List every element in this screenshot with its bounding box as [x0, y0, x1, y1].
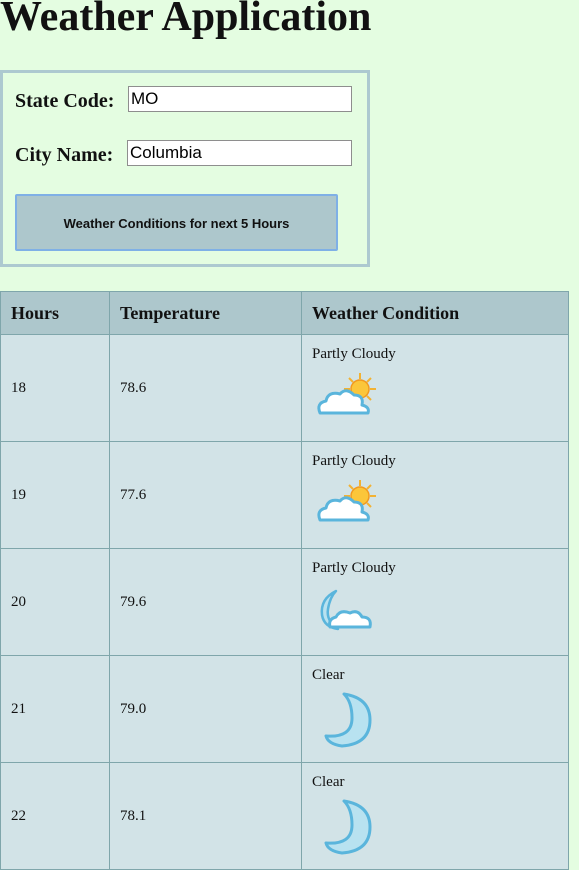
hour-cell: 22	[0, 762, 110, 870]
condition-cell: Clear	[301, 655, 569, 763]
condition-label: Clear	[312, 774, 345, 790]
clear-night-icon	[324, 692, 372, 748]
partly-cloudy-day-icon	[317, 480, 376, 522]
hour-cell: 20	[0, 548, 110, 656]
temperature-cell: 78.1	[109, 762, 302, 870]
partly-cloudy-night-icon	[320, 589, 372, 631]
table-row: 22 78.1 Clear	[0, 762, 569, 870]
partly-cloudy-day-icon	[317, 373, 376, 415]
header-temperature: Temperature	[109, 291, 302, 335]
table-row: 21 79.0 Clear	[0, 655, 569, 763]
temperature-cell: 79.0	[109, 655, 302, 763]
table-header-row: Hours Temperature Weather Condition	[0, 291, 569, 335]
condition-cell: Partly Cloudy	[301, 334, 569, 442]
condition-label: Partly Cloudy	[312, 346, 396, 362]
header-hours: Hours	[0, 291, 110, 335]
condition-label: Partly Cloudy	[312, 560, 396, 576]
state-code-input[interactable]	[128, 86, 352, 112]
condition-cell: Clear	[301, 762, 569, 870]
table-row: 20 79.6 Partly Cloudy	[0, 548, 569, 656]
table-row: 19 77.6 Partly Cloudy	[0, 441, 569, 549]
state-code-label: State Code:	[15, 90, 115, 112]
location-form: State Code: City Name: Weather Condition…	[0, 70, 370, 267]
forecast-table: Hours Temperature Weather Condition 18 78…	[0, 291, 569, 870]
hour-cell: 21	[0, 655, 110, 763]
header-weather-condition: Weather Condition	[301, 291, 569, 335]
condition-label: Partly Cloudy	[312, 453, 396, 469]
hour-cell: 19	[0, 441, 110, 549]
page-title: Weather Application	[0, 0, 372, 40]
clear-night-icon	[324, 799, 372, 855]
get-weather-button[interactable]: Weather Conditions for next 5 Hours	[15, 194, 338, 251]
city-name-label: City Name:	[15, 144, 114, 166]
temperature-cell: 78.6	[109, 334, 302, 442]
condition-label: Clear	[312, 667, 345, 683]
condition-cell: Partly Cloudy	[301, 548, 569, 656]
hour-cell: 18	[0, 334, 110, 442]
temperature-cell: 77.6	[109, 441, 302, 549]
city-name-input[interactable]	[127, 140, 352, 166]
table-row: 18 78.6 Partly Cloudy	[0, 334, 569, 442]
condition-cell: Partly Cloudy	[301, 441, 569, 549]
temperature-cell: 79.6	[109, 548, 302, 656]
